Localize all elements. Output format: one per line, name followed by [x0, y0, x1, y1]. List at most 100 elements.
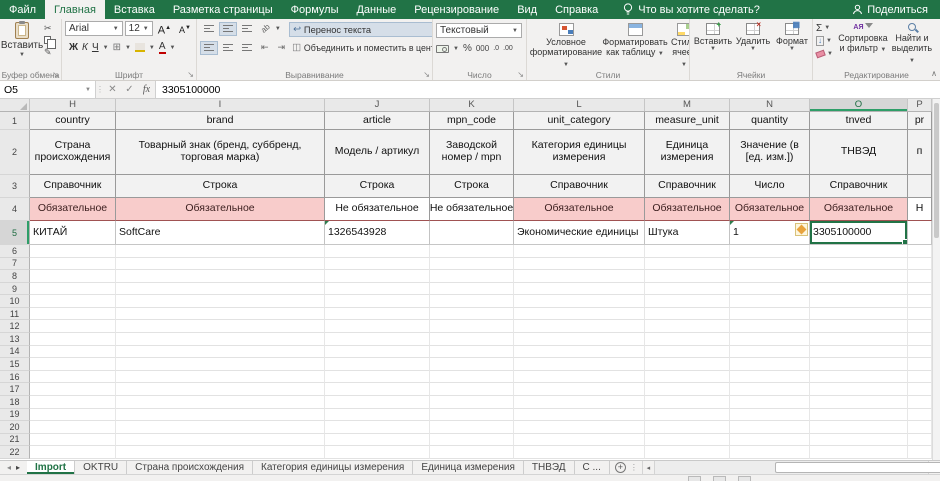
cell-H6[interactable]	[30, 245, 116, 258]
alignment-dialog-launcher-icon[interactable]: ↘	[423, 71, 430, 79]
cell-P19[interactable]	[908, 408, 932, 422]
cell-I14[interactable]	[116, 345, 325, 359]
sheet-tab-тнвэд[interactable]: ТНВЭД	[524, 461, 575, 474]
ribbon-tab-главная[interactable]: Главная	[45, 0, 105, 19]
sheet-tab-единица-измерения[interactable]: Единица измерения	[413, 461, 524, 474]
col-header-L[interactable]: L	[514, 99, 645, 111]
hscroll-left-icon[interactable]: ◂	[643, 461, 655, 474]
cell-M9[interactable]	[645, 282, 730, 296]
row-header-21[interactable]: 21	[0, 433, 30, 447]
ribbon-tab-файл[interactable]: Файл	[0, 0, 45, 19]
col-header-P[interactable]: P	[908, 99, 932, 111]
cell-N8[interactable]	[730, 270, 810, 283]
cell-H2[interactable]: Страна происхождения	[30, 130, 116, 175]
cell-M15[interactable]	[645, 358, 730, 371]
horizontal-scrollbar-thumb[interactable]	[774, 462, 940, 473]
cell-H11[interactable]	[30, 307, 116, 321]
sheet-nav-left-icon[interactable]: ◂	[7, 463, 11, 472]
cell-K9[interactable]	[430, 282, 514, 296]
cell-I18[interactable]	[116, 395, 325, 409]
cell-O10[interactable]	[810, 295, 908, 308]
cell-N13[interactable]	[730, 333, 810, 346]
cell-M19[interactable]	[645, 408, 730, 422]
row-header-11[interactable]: 11	[0, 307, 30, 321]
row-header-10[interactable]: 10	[0, 295, 30, 308]
row-header-19[interactable]: 19	[0, 408, 30, 422]
cell-H10[interactable]	[30, 295, 116, 308]
cell-O13[interactable]	[810, 333, 908, 346]
cell-K2[interactable]: Заводской номер / mpn	[430, 130, 514, 175]
sheet-tab-с-[interactable]: С ...	[575, 461, 610, 474]
col-header-O[interactable]: O	[810, 99, 908, 111]
cell-L14[interactable]	[514, 345, 645, 359]
cell-J19[interactable]	[325, 408, 430, 422]
sheet-tab-oktru[interactable]: OKTRU	[75, 461, 128, 474]
cell-P12[interactable]	[908, 320, 932, 334]
cell-P4[interactable]: Н	[908, 198, 932, 221]
cell-L16[interactable]	[514, 370, 645, 384]
cell-M20[interactable]	[645, 421, 730, 434]
cell-L8[interactable]	[514, 270, 645, 283]
col-header-J[interactable]: J	[325, 99, 430, 111]
cell-J13[interactable]	[325, 333, 430, 346]
shrink-font-button[interactable]: А▼	[176, 21, 194, 38]
cell-N3[interactable]: Число	[730, 175, 810, 198]
cell-J3[interactable]: Строка	[325, 175, 430, 198]
format-as-table-button[interactable]: Форматировать как таблицу ▼	[602, 22, 668, 59]
cell-M1[interactable]: measure_unit	[645, 112, 730, 130]
cell-O11[interactable]	[810, 307, 908, 321]
cell-N15[interactable]	[730, 358, 810, 371]
cell-H3[interactable]: Справочник	[30, 175, 116, 198]
cell-I12[interactable]	[116, 320, 325, 334]
fill-button[interactable]: ↓ ▼	[816, 35, 833, 47]
cell-H7[interactable]	[30, 257, 116, 271]
ribbon-tab-разметка страницы[interactable]: Разметка страницы	[164, 0, 282, 19]
cell-M8[interactable]	[645, 270, 730, 283]
paste-button[interactable]: Вставить ▼	[1, 21, 43, 58]
cell-H4[interactable]: Обязательное	[30, 198, 116, 221]
cell-J22[interactable]	[325, 446, 430, 459]
cell-K14[interactable]	[430, 345, 514, 359]
cell-N19[interactable]	[730, 408, 810, 422]
cell-K17[interactable]	[430, 383, 514, 396]
cell-P14[interactable]	[908, 345, 932, 359]
cell-N22[interactable]	[730, 446, 810, 459]
cell-P21[interactable]	[908, 433, 932, 447]
italic-button[interactable]: К	[82, 42, 88, 53]
cell-N21[interactable]	[730, 433, 810, 447]
cell-O7[interactable]	[810, 257, 908, 271]
new-sheet-button[interactable]: +	[614, 462, 626, 473]
cell-K16[interactable]	[430, 370, 514, 384]
cell-K12[interactable]	[430, 320, 514, 334]
cell-N2[interactable]: Значение (в [ед. изм.])	[730, 130, 810, 175]
increase-decimal-button[interactable]: .0	[493, 45, 499, 52]
align-center-icon[interactable]	[219, 41, 237, 55]
cell-L9[interactable]	[514, 282, 645, 296]
cell-O1[interactable]: tnved	[810, 112, 908, 130]
cell-L12[interactable]	[514, 320, 645, 334]
cell-N7[interactable]	[730, 257, 810, 271]
cell-H19[interactable]	[30, 408, 116, 422]
cell-L18[interactable]	[514, 395, 645, 409]
cell-N18[interactable]	[730, 395, 810, 409]
font-size-combo[interactable]: 12 ▼	[124, 21, 153, 36]
merge-center-button[interactable]: ◫ Объединить и поместить в центре ▼	[289, 41, 432, 54]
cell-O9[interactable]	[810, 282, 908, 296]
cell-J2[interactable]: Модель / артикул	[325, 130, 430, 175]
col-header-H[interactable]: H	[30, 99, 116, 111]
cancel-entry-icon[interactable]: ✕	[104, 81, 121, 98]
grow-font-button[interactable]: А▲	[155, 21, 174, 39]
cell-K15[interactable]	[430, 358, 514, 371]
cell-M6[interactable]	[645, 245, 730, 258]
row-header-1[interactable]: 1	[0, 112, 30, 130]
cell-I11[interactable]	[116, 307, 325, 321]
cell-J1[interactable]: article	[325, 112, 430, 130]
cell-J14[interactable]	[325, 345, 430, 359]
cell-L17[interactable]	[514, 383, 645, 396]
cell-P1[interactable]: pr	[908, 112, 932, 130]
view-normal-icon[interactable]	[688, 476, 701, 481]
cell-O5[interactable]: 3305100000	[810, 221, 908, 245]
ribbon-tab-справка[interactable]: Справка	[546, 0, 607, 19]
cell-K18[interactable]	[430, 395, 514, 409]
cell-M3[interactable]: Справочник	[645, 175, 730, 198]
